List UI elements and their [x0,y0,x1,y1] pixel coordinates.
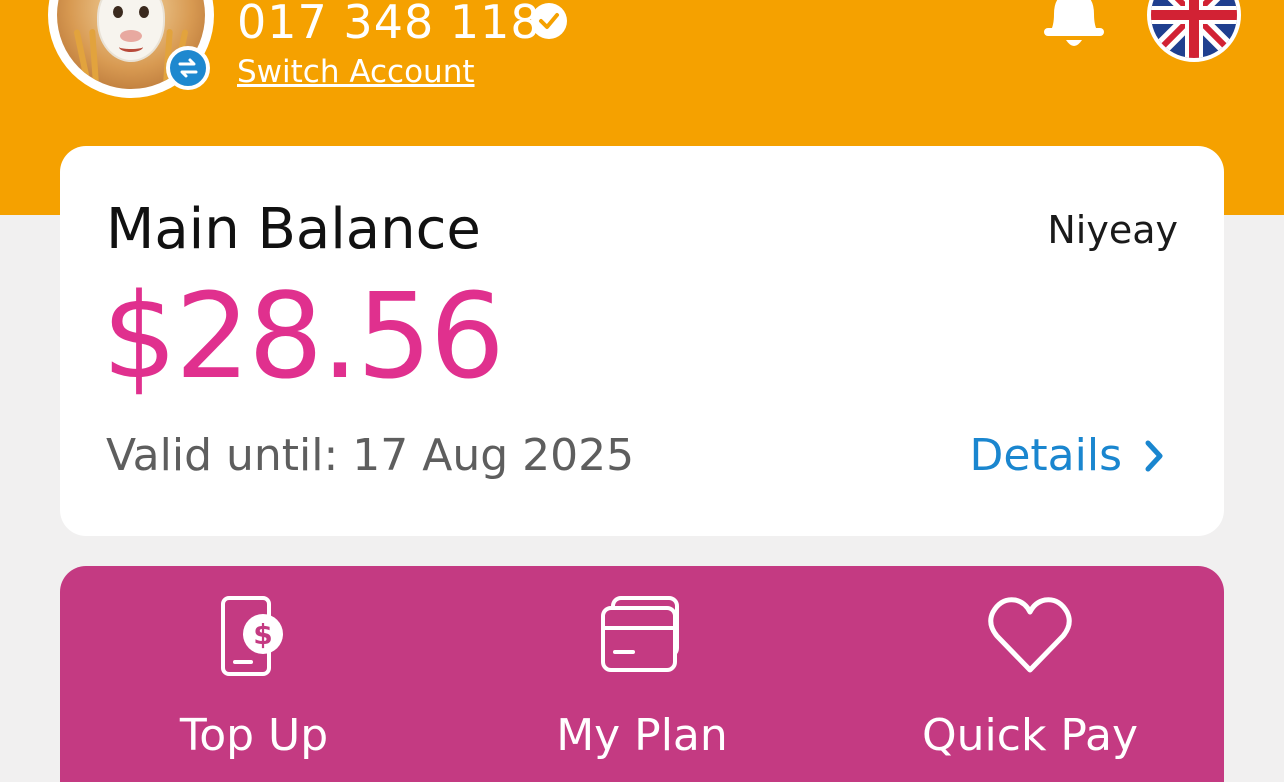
top-up-label: Top Up [179,710,329,761]
uk-flag-language-icon[interactable] [1147,0,1241,62]
phone-number: 017 348 118 [237,0,541,49]
notification-bell-icon[interactable] [1040,0,1108,52]
switch-account-icon[interactable] [166,46,210,90]
heart-icon [988,597,1072,673]
details-link[interactable]: Details [969,428,1164,484]
quick-actions-bar: $ Top Up My Plan Quick Pay [60,566,1224,782]
chevron-right-icon [1145,440,1163,472]
provider-name: Niyeay [1047,208,1178,252]
top-up-button[interactable]: $ Top Up [60,566,448,782]
card-stack-icon [601,596,679,672]
svg-text:$: $ [253,618,272,651]
switch-account-link[interactable]: Switch Account [237,52,475,92]
quick-pay-label: Quick Pay [922,710,1138,761]
home-screen: 017 348 118 Switch Account Main Balance [0,0,1284,782]
details-label: Details [969,430,1122,481]
balance-amount: $28.56 [102,267,505,405]
balance-title: Main Balance [106,197,481,262]
quick-pay-button[interactable]: Quick Pay [836,566,1224,782]
balance-card: Main Balance Niyeay $28.56 Valid until: … [60,146,1224,536]
verified-check-icon [531,3,567,39]
my-plan-button[interactable]: My Plan [448,566,836,782]
phone-dollar-icon: $ [221,596,283,676]
valid-until-text: Valid until: 17 Aug 2025 [106,430,635,481]
my-plan-label: My Plan [556,710,728,761]
